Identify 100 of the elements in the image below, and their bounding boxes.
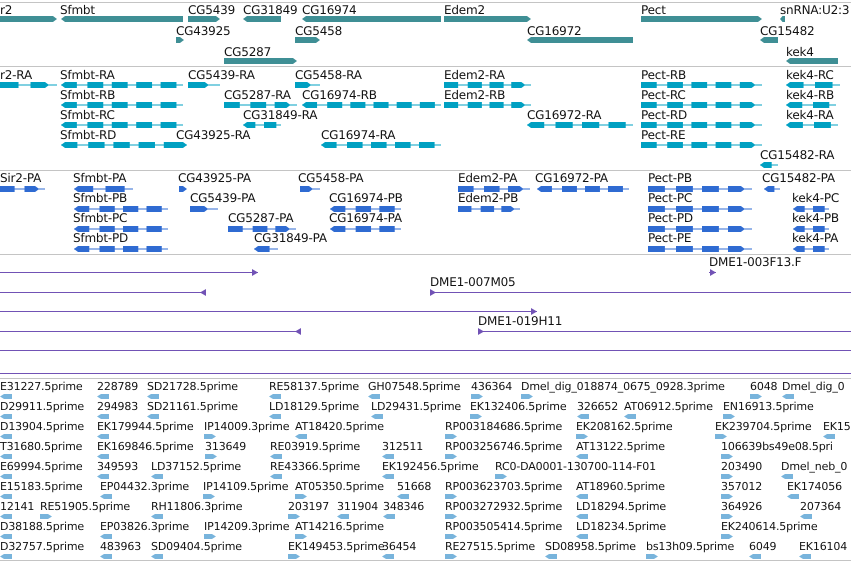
transcript-glyph[interactable] <box>641 82 762 88</box>
transcript-glyph[interactable] <box>527 122 633 128</box>
est-glyph[interactable] <box>382 474 394 479</box>
est-glyph[interactable] <box>97 474 109 479</box>
gene-glyph[interactable] <box>243 16 281 22</box>
transcript-glyph[interactable] <box>786 82 840 88</box>
protein-glyph[interactable] <box>179 186 187 192</box>
est-glyph[interactable] <box>0 474 12 479</box>
est-glyph[interactable] <box>782 394 794 399</box>
est-glyph[interactable] <box>269 394 281 399</box>
protein-glyph[interactable] <box>793 226 829 232</box>
protein-glyph[interactable] <box>648 226 752 232</box>
est-glyph[interactable] <box>0 394 12 399</box>
est-glyph[interactable] <box>721 474 733 479</box>
protein-glyph[interactable] <box>74 206 168 212</box>
gene-glyph[interactable] <box>176 37 184 43</box>
est-glyph[interactable] <box>147 414 159 419</box>
est-glyph[interactable] <box>445 554 457 559</box>
est-glyph[interactable] <box>97 394 109 399</box>
est-glyph[interactable] <box>545 554 557 559</box>
est-glyph[interactable] <box>445 454 457 459</box>
clone-glyph[interactable] <box>0 347 851 354</box>
protein-glyph[interactable] <box>0 186 45 192</box>
transcript-glyph[interactable] <box>61 102 183 108</box>
est-glyph[interactable] <box>205 454 217 459</box>
est-glyph[interactable] <box>151 554 163 559</box>
est-glyph[interactable] <box>0 414 12 419</box>
est-glyph[interactable] <box>147 394 159 399</box>
protein-glyph[interactable] <box>300 186 320 192</box>
transcript-glyph[interactable] <box>61 82 183 88</box>
protein-glyph[interactable] <box>228 226 296 232</box>
transcript-glyph[interactable] <box>302 102 441 108</box>
clone-glyph[interactable] <box>0 308 537 315</box>
est-glyph[interactable] <box>445 514 457 519</box>
est-glyph[interactable] <box>470 414 482 419</box>
est-glyph[interactable] <box>781 474 793 479</box>
est-glyph[interactable] <box>721 534 733 539</box>
est-glyph[interactable] <box>295 534 307 539</box>
est-glyph[interactable] <box>382 554 394 559</box>
est-glyph[interactable] <box>368 394 380 399</box>
gene-glyph[interactable] <box>527 37 633 43</box>
est-glyph[interactable] <box>151 514 163 519</box>
transcript-glyph[interactable] <box>641 122 762 128</box>
gene-glyph[interactable] <box>0 16 57 22</box>
transcript-glyph[interactable] <box>444 82 531 88</box>
est-glyph[interactable] <box>100 494 112 499</box>
est-glyph[interactable] <box>750 394 762 399</box>
gene-glyph[interactable] <box>295 37 320 43</box>
protein-glyph[interactable] <box>254 246 278 252</box>
est-glyph[interactable] <box>823 434 835 439</box>
est-glyph[interactable] <box>0 434 12 439</box>
protein-glyph[interactable] <box>764 186 780 192</box>
clone-glyph[interactable] <box>478 328 851 334</box>
transcript-glyph[interactable] <box>0 82 57 88</box>
est-glyph[interactable] <box>576 434 588 439</box>
protein-glyph[interactable] <box>458 186 530 192</box>
est-glyph[interactable] <box>383 514 395 519</box>
est-glyph[interactable] <box>576 514 588 519</box>
est-glyph[interactable] <box>97 434 109 439</box>
est-glyph[interactable] <box>471 394 483 399</box>
est-glyph[interactable] <box>0 514 12 519</box>
est-glyph[interactable] <box>799 554 811 559</box>
transcript-glyph[interactable] <box>295 82 320 88</box>
est-glyph[interactable] <box>495 474 507 479</box>
est-glyph[interactable] <box>203 494 215 499</box>
gene-glyph[interactable] <box>444 16 531 22</box>
protein-glyph[interactable] <box>74 186 133 192</box>
transcript-glyph[interactable] <box>243 122 281 128</box>
transcript-glyph[interactable] <box>224 102 297 108</box>
protein-glyph[interactable] <box>330 226 401 232</box>
est-glyph[interactable] <box>97 454 109 459</box>
est-glyph[interactable] <box>204 434 216 439</box>
est-glyph[interactable] <box>288 554 300 559</box>
gene-glyph[interactable] <box>760 37 778 43</box>
est-glyph[interactable] <box>270 454 282 459</box>
est-glyph[interactable] <box>721 454 733 459</box>
est-glyph[interactable] <box>577 414 589 419</box>
clone-glyph[interactable] <box>0 328 301 334</box>
est-glyph[interactable] <box>721 514 733 519</box>
clone-glyph[interactable] <box>709 269 716 276</box>
protein-glyph[interactable] <box>458 206 520 212</box>
transcript-glyph[interactable] <box>786 122 838 128</box>
est-glyph[interactable] <box>646 554 658 559</box>
est-glyph[interactable] <box>787 494 799 499</box>
clone-glyph[interactable] <box>0 288 206 296</box>
est-glyph[interactable] <box>269 414 281 419</box>
protein-glyph[interactable] <box>74 246 168 252</box>
gene-glyph[interactable] <box>224 58 297 64</box>
est-glyph[interactable] <box>97 414 109 419</box>
est-glyph[interactable] <box>382 454 394 459</box>
clone-glyph[interactable] <box>430 288 851 296</box>
est-glyph[interactable] <box>0 534 12 539</box>
est-glyph[interactable] <box>40 514 52 519</box>
protein-glyph[interactable] <box>793 246 829 252</box>
est-glyph[interactable] <box>151 474 163 479</box>
transcript-glyph[interactable] <box>641 102 762 108</box>
est-glyph[interactable] <box>0 454 12 459</box>
est-glyph[interactable] <box>100 534 112 539</box>
est-glyph[interactable] <box>576 494 588 499</box>
est-glyph[interactable] <box>715 434 727 439</box>
